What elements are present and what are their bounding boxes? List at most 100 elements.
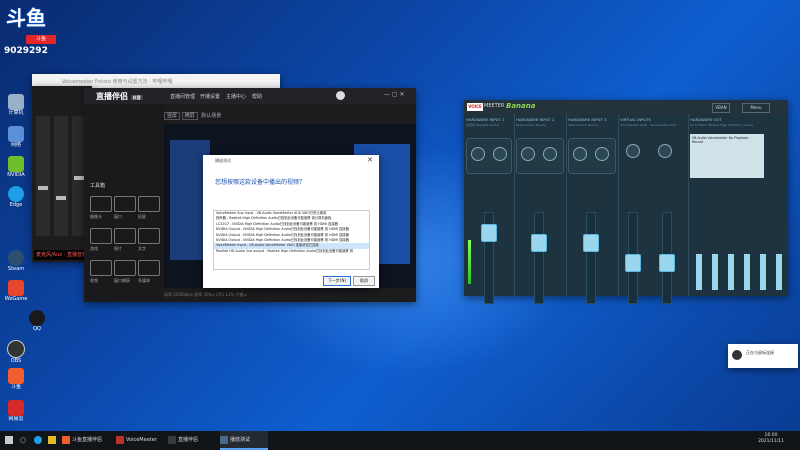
clock-date: 2021/11/11 — [758, 439, 784, 444]
eq-panel[interactable] — [568, 138, 616, 174]
strip-device[interactable]: Select Audio Device — [516, 123, 546, 127]
overlay-room-number: 9029292 — [4, 46, 48, 56]
desktop-icon-qq[interactable]: QQ — [24, 310, 50, 332]
cancel-button[interactable]: 取消 — [353, 276, 375, 286]
taskbar-item-playback-test[interactable]: 播放测试 — [220, 431, 268, 450]
mixer-channel[interactable] — [54, 116, 68, 236]
text-icon[interactable] — [138, 228, 160, 244]
nav-help[interactable]: 帮助 — [252, 93, 262, 100]
mixer-fader[interactable] — [56, 196, 66, 200]
strip-virtual-inputs: VIRTUAL INPUTS Voicemeeter VAIO · Voicem… — [618, 114, 689, 304]
output-fader[interactable] — [760, 254, 766, 290]
output-fader[interactable] — [744, 254, 750, 290]
media-icon[interactable] — [138, 260, 160, 276]
next-button[interactable]: 下一步(N) — [323, 276, 351, 286]
mixer-fader[interactable] — [38, 186, 48, 190]
user-avatar[interactable] — [336, 91, 345, 100]
eq-knob[interactable] — [595, 147, 609, 161]
tab-default-scene[interactable]: 默认场景 — [199, 113, 223, 119]
fader-handle[interactable] — [659, 254, 675, 272]
desktop-icon-steam[interactable]: Steam — [3, 250, 29, 272]
eq-panel[interactable] — [516, 138, 564, 174]
game-icon[interactable] — [90, 228, 112, 244]
playback-test-dialog[interactable]: 播放测试 ✕ 您想按哪这款设备中播出的视频？ VoiceMeeter Aux I… — [203, 155, 379, 288]
voicemeeter-icon — [116, 435, 124, 444]
output-fader[interactable] — [712, 254, 718, 290]
audio-mixer-window[interactable]: 麦克风/Aux · 直播音频 — [32, 86, 92, 262]
desktop-icon-nvidia[interactable]: NVIDIA — [3, 156, 29, 178]
strip-hw-input-1: HARDWARE INPUT 1 麦克风 (Realtek Audio) — [464, 114, 515, 304]
search-icon[interactable]: ○ — [20, 436, 26, 444]
desktop-icon-network[interactable]: 网络 — [3, 126, 29, 148]
desktop-icon-douyu[interactable]: 斗鱼 — [3, 368, 29, 390]
strip-hw-input-2: HARDWARE INPUT 2 Select Audio Device — [514, 114, 567, 304]
fader-handle[interactable] — [481, 224, 497, 242]
desktop-icon-wegame[interactable]: WeGame — [3, 280, 29, 302]
image-icon[interactable] — [114, 228, 136, 244]
mixer-fader[interactable] — [74, 176, 84, 180]
strip-title: HARDWARE INPUT 3 — [568, 117, 607, 122]
fader-track[interactable] — [534, 212, 544, 304]
fader-handle[interactable] — [531, 234, 547, 252]
wegame-icon — [8, 280, 24, 296]
menu-button[interactable]: Menu — [742, 103, 770, 113]
folder-icon[interactable] — [48, 436, 56, 444]
taskbar-item-douyu[interactable]: 斗鱼直播伴侣 — [62, 431, 112, 450]
nav-live-room[interactable]: 直播间管理 — [170, 93, 195, 100]
eq-knob[interactable] — [573, 147, 587, 161]
tray-notification[interactable]: 正在与鼠标连接 — [728, 344, 798, 368]
eq-panel[interactable] — [466, 138, 512, 174]
start-icon[interactable] — [5, 436, 13, 444]
desktop-icon-computer[interactable]: 计算机 — [3, 94, 29, 116]
nav-host-center[interactable]: 主播中心 — [226, 93, 246, 100]
window-controls[interactable]: — ▢ ✕ — [384, 91, 405, 98]
voicemeeter-header: VOICE MEETER Banana VBAN Menu — [464, 100, 788, 114]
output-fader[interactable] — [728, 254, 734, 290]
edge-icon[interactable] — [34, 436, 42, 444]
device-option[interactable]: Realtek HD Audio 2nd output - Realtek Hi… — [214, 249, 369, 254]
desktop-icon-netease[interactable]: 网易云 — [3, 400, 29, 422]
close-icon[interactable]: ✕ — [367, 156, 373, 164]
voicemeeter-window[interactable]: VOICE MEETER Banana VBAN Menu HARDWARE I… — [464, 100, 788, 304]
fader-handle[interactable] — [625, 254, 641, 272]
desktop-icon-obs[interactable]: OBS — [3, 340, 29, 364]
tab-landscape[interactable]: 横屏 — [181, 112, 198, 120]
vban-button[interactable]: VBAN — [712, 103, 730, 113]
taskbar-item-voicemeeter[interactable]: VoiceMeeter — [116, 431, 164, 450]
toolbox-header: 工具箱 — [90, 183, 106, 189]
eq-knob[interactable] — [543, 147, 557, 161]
strip-device[interactable]: Select Audio Device — [568, 123, 598, 127]
window-icon[interactable] — [114, 196, 136, 212]
output-fader[interactable] — [776, 254, 782, 290]
eq-knob[interactable] — [521, 147, 535, 161]
taskbar-clock[interactable]: 16:00 2021/11/11 — [758, 433, 784, 445]
overlay-badge: 斗鱼 — [26, 35, 56, 44]
video-icon[interactable] — [90, 260, 112, 276]
nav-stream-settings[interactable]: 开播设置 — [200, 93, 220, 100]
mixer-channel[interactable] — [36, 116, 50, 236]
speaker-icon — [220, 435, 228, 444]
camera-icon[interactable] — [90, 196, 112, 212]
strip-device[interactable]: 麦克风 (Realtek Audio) — [466, 123, 499, 127]
strip-title: HARDWARE OUT — [690, 117, 722, 122]
taskbar-item-stream-app[interactable]: 直播伴侣 — [168, 431, 216, 450]
device-list[interactable]: VoiceMeeter Aux Input - VB-Audio VoiceMe… — [213, 210, 370, 270]
strip-device[interactable]: A1 LC32G7 (NVIDIA High Definition Audio) — [690, 123, 753, 127]
strip-hw-input-3: HARDWARE INPUT 3 Select Audio Device — [566, 114, 619, 304]
tab-portrait[interactable]: 竖屏 — [164, 112, 181, 120]
desktop-icon-edge[interactable]: Edge — [3, 186, 29, 208]
mouse-icon — [732, 350, 742, 360]
douyu-icon — [8, 368, 24, 384]
device-option[interactable]: NVIDIA Output - NVIDIA High Definition A… — [214, 227, 369, 232]
eq-knob[interactable] — [471, 147, 485, 161]
eq-knob[interactable] — [658, 144, 672, 158]
taskbar: ○ 斗鱼直播伴侣 VoiceMeeter 直播伴侣 播放测试 16:00 202… — [0, 431, 800, 450]
preview-tabs: 竖屏 横屏 默认场景 — [164, 112, 223, 120]
capture-icon[interactable] — [114, 260, 136, 276]
eq-knob[interactable] — [626, 144, 640, 158]
output-fader[interactable] — [696, 254, 702, 290]
fader-track[interactable] — [586, 212, 596, 304]
cast-icon[interactable] — [138, 196, 160, 212]
fader-handle[interactable] — [583, 234, 599, 252]
eq-knob[interactable] — [493, 147, 507, 161]
